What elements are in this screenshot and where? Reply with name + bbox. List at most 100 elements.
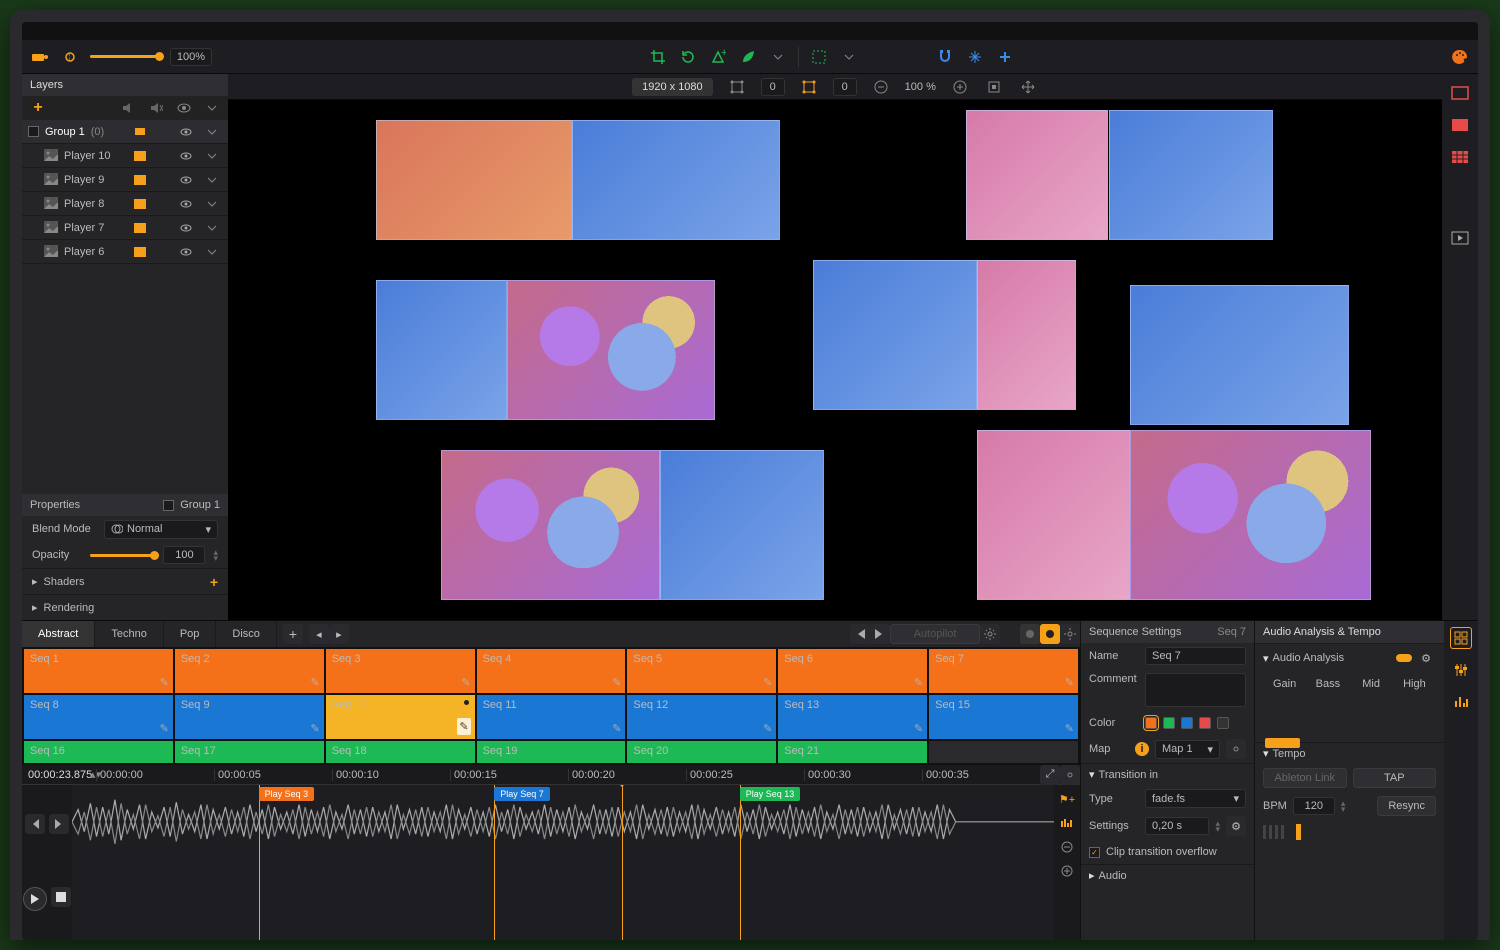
mute-all-icon[interactable] (118, 98, 138, 118)
seq-cell[interactable]: Seq 5✎ (627, 649, 776, 693)
chevron-down-icon[interactable] (202, 242, 222, 262)
screen-icon[interactable] (130, 218, 150, 238)
mixer-icon[interactable] (1450, 659, 1472, 681)
canvas-viewport[interactable] (228, 100, 1442, 620)
edit-icon[interactable]: ✎ (310, 722, 319, 735)
blend-mode-select[interactable]: Normal▾ (104, 520, 218, 539)
gain-knob[interactable] (1265, 738, 1300, 748)
autopilot-button[interactable]: Autopilot (890, 624, 980, 644)
canvas-tile[interactable] (572, 120, 780, 240)
seq-cell[interactable]: Seq 20 (627, 741, 776, 763)
timeline-marker[interactable] (494, 785, 495, 940)
fit-icon[interactable] (984, 77, 1004, 97)
zoom-in-icon[interactable] (1057, 861, 1077, 881)
rec-dot-icon[interactable] (1020, 624, 1040, 644)
comment-input[interactable] (1145, 673, 1246, 707)
magnet-icon[interactable] (935, 47, 955, 67)
rotate-icon[interactable] (678, 47, 698, 67)
add-tab-button[interactable]: + (283, 624, 303, 644)
seq-cell[interactable]: Seq 11✎ (477, 695, 626, 739)
skip-next-icon[interactable] (49, 814, 69, 834)
timeline-flag[interactable]: Play Seq 13 (740, 787, 801, 801)
timeline-waveform[interactable]: Play Seq 3 Play Seq 7 Play Seq 13 (72, 785, 1054, 940)
canvas-tile[interactable] (507, 280, 715, 420)
seq-cell-empty[interactable] (929, 741, 1078, 763)
output-outline-icon[interactable] (1449, 82, 1471, 104)
eye-icon[interactable] (176, 242, 196, 262)
edit-icon[interactable]: ✎ (914, 722, 923, 735)
layer-row[interactable]: Player 8 (22, 192, 228, 216)
canvas-tile[interactable] (977, 260, 1075, 410)
rendering-section[interactable]: ▸Rendering (22, 594, 228, 620)
canvas-tile[interactable] (1130, 430, 1371, 600)
crop-icon[interactable] (648, 47, 668, 67)
canvas-tile[interactable] (1109, 110, 1273, 240)
seq-cell[interactable]: Seq 16 (24, 741, 173, 763)
layer-row[interactable]: Player 6 (22, 240, 228, 264)
stepper-icon[interactable]: ▴▾ (213, 549, 218, 561)
eye-icon[interactable] (176, 170, 196, 190)
chevron-down-icon[interactable] (202, 98, 222, 118)
flag-add-icon[interactable]: ⚑+ (1057, 789, 1077, 809)
chevron-down-icon[interactable] (202, 122, 222, 142)
seq-cell[interactable]: Seq 9✎ (175, 695, 324, 739)
skip-prev-icon[interactable] (25, 814, 45, 834)
seq-cell[interactable]: Seq 17 (175, 741, 324, 763)
pos-y-value[interactable]: 0 (833, 78, 857, 96)
skip-prev-icon[interactable] (850, 624, 870, 644)
output-fill-icon[interactable] (1449, 114, 1471, 136)
canvas-tile[interactable] (376, 280, 507, 420)
seq-cell[interactable]: Seq 18 (326, 741, 475, 763)
chevron-down-icon[interactable] (202, 194, 222, 214)
seq-cell[interactable]: Seq 19 (477, 741, 626, 763)
settings-input[interactable]: 0,20 s (1145, 817, 1209, 835)
zoom-out-icon[interactable] (1057, 837, 1077, 857)
resync-button[interactable]: Resync (1377, 796, 1436, 816)
timeline-flag[interactable]: Play Seq 7 (494, 787, 550, 801)
layer-group-row[interactable]: Group 1 (0) (22, 120, 228, 144)
info-icon[interactable]: i (1135, 742, 1149, 756)
edit-icon[interactable]: ✎ (1065, 676, 1074, 689)
seq-cell[interactable]: Seq 3✎ (326, 649, 475, 693)
tab-pop[interactable]: Pop (164, 621, 217, 647)
timeline-marker[interactable] (259, 785, 260, 940)
canvas-tile[interactable] (441, 450, 660, 600)
seq-cell[interactable]: Seq 2✎ (175, 649, 324, 693)
pos-x-value[interactable]: 0 (761, 78, 785, 96)
tab-abstract[interactable]: Abstract (22, 621, 95, 647)
color-swatch[interactable] (1199, 717, 1211, 729)
timeline-playhead[interactable] (622, 785, 623, 940)
brightness-value[interactable]: 100% (170, 48, 212, 66)
palette-icon[interactable] (1450, 47, 1470, 67)
skip-next-icon[interactable] (870, 624, 890, 644)
timeline-marker[interactable] (740, 785, 741, 940)
type-select[interactable]: fade.fs▾ (1145, 789, 1246, 808)
zoom-out-icon[interactable] (871, 77, 891, 97)
seq-cell[interactable]: Seq 4✎ (477, 649, 626, 693)
canvas-tile[interactable] (376, 120, 573, 240)
eye-icon[interactable] (176, 122, 196, 142)
toggle-on-icon[interactable] (1396, 654, 1412, 662)
gear-icon[interactable]: ⚙ (1416, 648, 1436, 668)
edit-icon[interactable]: ✎ (461, 676, 470, 689)
canvas-tile[interactable] (966, 110, 1108, 240)
screen-icon[interactable] (130, 170, 150, 190)
audio-analysis-section[interactable]: ▾ Audio Analysis⚙ (1255, 643, 1444, 672)
name-input[interactable]: Seq 7 (1145, 647, 1246, 665)
brightness-slider[interactable] (90, 55, 160, 58)
pos-x-icon[interactable] (727, 77, 747, 97)
chevron-down-icon[interactable] (202, 218, 222, 238)
color-swatch[interactable] (1145, 717, 1157, 729)
shaders-section[interactable]: ▸Shaders+ (22, 568, 228, 594)
layer-row[interactable]: Player 10 (22, 144, 228, 168)
eye-icon[interactable] (176, 194, 196, 214)
gear-icon[interactable] (1060, 624, 1080, 644)
transition-in-section[interactable]: ▾ Transition in (1081, 763, 1254, 785)
gear-icon[interactable] (1060, 765, 1080, 785)
edit-icon[interactable]: ✎ (160, 676, 169, 689)
canvas-tile[interactable] (977, 430, 1130, 600)
opacity-slider[interactable] (90, 554, 155, 557)
move-icon[interactable] (1018, 77, 1038, 97)
timeline-ruler[interactable]: 00:00:23.875 ▴▾ 00:00:00 00:00:05 00:00:… (22, 765, 1080, 785)
pos-y-icon[interactable] (799, 77, 819, 97)
